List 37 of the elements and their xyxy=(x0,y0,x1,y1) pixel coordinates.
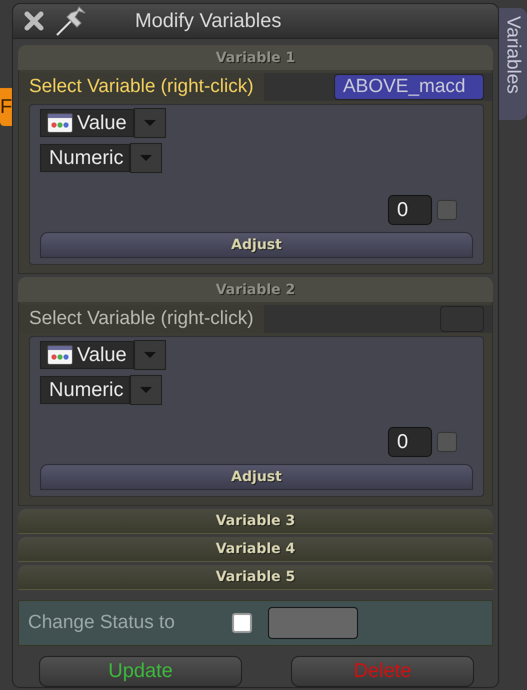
side-tab[interactable]: Variables xyxy=(498,8,527,120)
section-header[interactable]: Variable 4 xyxy=(18,537,493,562)
dropdown-button[interactable] xyxy=(130,143,162,173)
amount-field[interactable]: 0 xyxy=(388,195,432,225)
close-icon xyxy=(23,10,45,32)
source-dropdown[interactable]: Value xyxy=(40,109,134,137)
type-dropdown[interactable]: Numeric xyxy=(40,144,130,172)
adjust-button[interactable]: Adjust xyxy=(40,232,473,258)
caret-icon xyxy=(140,155,152,161)
section-header[interactable]: Variable 3 xyxy=(18,509,493,534)
pin-icon xyxy=(55,5,87,37)
status-label: Change Status to xyxy=(28,612,176,634)
caret-icon xyxy=(144,352,156,358)
checkbox[interactable] xyxy=(232,613,252,633)
section-header[interactable]: Variable 5 xyxy=(18,565,493,590)
adjust-button[interactable]: Adjust xyxy=(40,464,473,490)
variable-field[interactable]: ABOVE_macd xyxy=(334,74,484,100)
dropdown-button[interactable] xyxy=(134,108,166,138)
close-button[interactable] xyxy=(23,10,45,32)
pin-button[interactable] xyxy=(55,5,87,37)
status-field[interactable] xyxy=(268,607,358,639)
window-title: Modify Variables xyxy=(135,10,282,32)
source-value: Value xyxy=(77,344,127,366)
caret-icon xyxy=(144,120,156,126)
variable-field[interactable] xyxy=(440,306,484,332)
checkbox[interactable] xyxy=(437,200,457,220)
window-icon xyxy=(47,345,73,365)
amount-field[interactable]: 0 xyxy=(388,427,432,457)
caret-icon xyxy=(140,387,152,393)
window-icon xyxy=(47,113,73,133)
source-value: Value xyxy=(77,112,127,134)
dropdown-button[interactable] xyxy=(130,375,162,405)
update-button[interactable]: Update xyxy=(39,656,242,687)
checkbox[interactable] xyxy=(437,432,457,452)
dropdown-button[interactable] xyxy=(134,340,166,370)
type-dropdown[interactable]: Numeric xyxy=(40,376,130,404)
source-dropdown[interactable]: Value xyxy=(40,341,134,369)
